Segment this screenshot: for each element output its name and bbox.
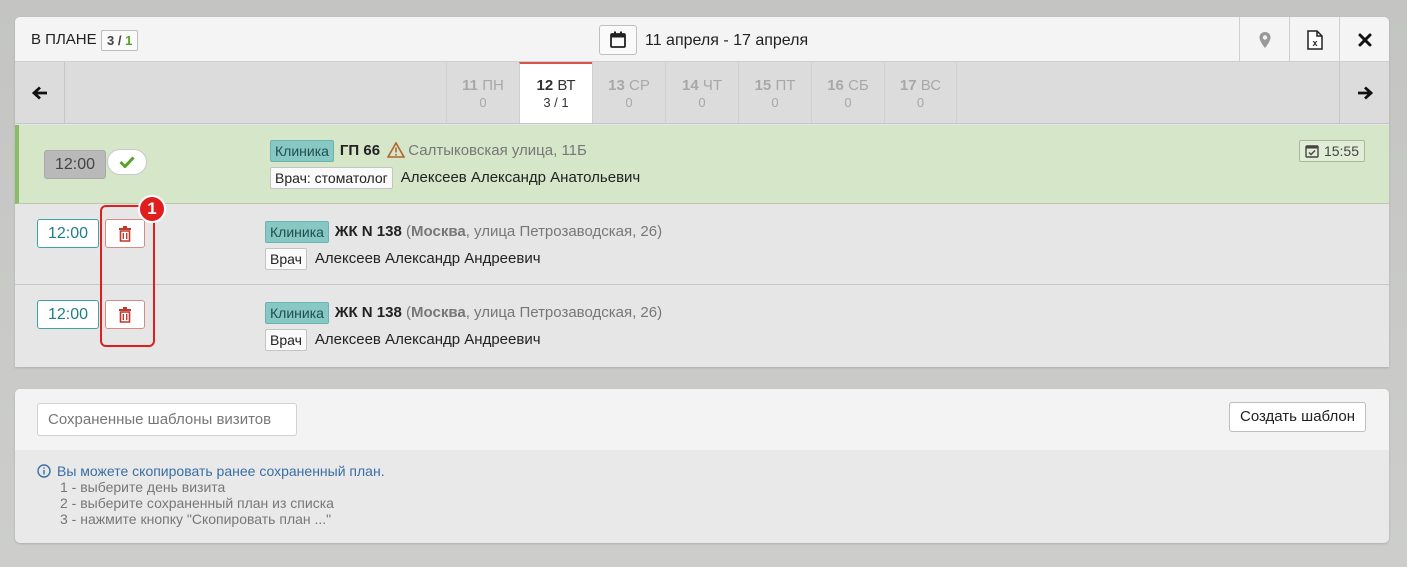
doctor-name[interactable]: Алексеев Александр Андреевич [315, 250, 541, 267]
templates-panel: Сохраненные шаблоны визитов Создать шабл… [15, 389, 1389, 543]
fact-time-badge: 15:55 [1298, 140, 1365, 162]
next-week-button[interactable] [1339, 62, 1389, 123]
day-num: 13 [608, 77, 625, 94]
visit-time-button[interactable]: 12:00 [37, 300, 99, 329]
clinic-city: Москва [411, 222, 466, 240]
visit-doctor-line: Врач Алексеев Александр Андреевич [265, 248, 541, 270]
day-tab-13[interactable]: 13 СР 0 [592, 62, 665, 123]
clinic-tag: Клиника [270, 140, 334, 162]
day-num: 11 [462, 77, 479, 94]
arrow-right-icon [1357, 85, 1373, 100]
day-count: 0 [844, 95, 852, 110]
info-lead: Вы можете скопировать ранее сохраненный … [57, 463, 385, 479]
clinic-name[interactable]: ЖК N 138 [335, 223, 402, 240]
day-num: 15 [754, 77, 772, 94]
day-count: 0 [479, 95, 487, 110]
day-count: 0 [625, 95, 633, 110]
day-tab-16[interactable]: 16 СБ 0 [811, 62, 884, 123]
day-count: 0 [771, 95, 779, 110]
map-marker-icon [1259, 31, 1270, 48]
day-count: 0 [916, 95, 925, 110]
day-tab-17[interactable]: 17 ВС 0 [884, 62, 957, 123]
fact-time: 15:55 [1323, 143, 1359, 159]
clinic-name[interactable]: ЖК N 138 [335, 304, 402, 321]
plan-count-sep: / [117, 33, 122, 48]
day-dow: ЧТ [702, 77, 723, 94]
day-selector: 11 ПН 0 12 ВТ 3 / 1 13 СР 0 14 ЧТ 0 15 П… [15, 62, 1389, 124]
date-range: 11 апреля - 17 апреля [645, 32, 809, 49]
clinic-city: Москва [411, 303, 466, 321]
arrow-left-icon [31, 85, 47, 100]
visit-confirmed-button[interactable] [107, 149, 147, 175]
visit-row-done: 12:00 Клиника ГП 66 Салтыковская улица, 1… [15, 125, 1389, 204]
day-dow: ВТ [557, 77, 576, 94]
warning-icon [387, 141, 406, 158]
templates-info: Вы можете скопировать ранее сохраненный … [37, 463, 385, 527]
day-tab-11[interactable]: 11 ПН 0 [446, 62, 519, 123]
clinic-name[interactable]: ГП 66 [340, 142, 380, 159]
plan-count-total: 3 [107, 33, 115, 48]
info-step: 3 - нажмите кнопку "Скопировать план ...… [60, 511, 332, 527]
export-excel-button[interactable]: x [1289, 17, 1339, 62]
calendar-check-icon [1305, 145, 1319, 158]
saved-templates-select[interactable]: Сохраненные шаблоны визитов [37, 403, 297, 436]
clinic-tag: Клиника [265, 221, 329, 243]
doctor-specialty-tag: Врач [265, 329, 307, 351]
day-num: 12 [536, 77, 554, 94]
close-icon [1358, 33, 1371, 46]
day-tab-14[interactable]: 14 ЧТ 0 [665, 62, 738, 123]
clinic-street: , улица Петрозаводская, 26) [465, 222, 663, 240]
calendar-icon [610, 31, 626, 48]
annotation-marker: 1 [138, 195, 166, 223]
plan-panel: В ПЛАНЕ 3 / 1 11 апреля - 17 апреля x 11… [15, 17, 1389, 367]
clinic-tag: Клиника [265, 302, 329, 324]
day-dow: СР [629, 77, 650, 94]
day-dow: ПН [482, 77, 504, 94]
templates-header: Сохраненные шаблоны визитов Создать шабл… [15, 389, 1389, 450]
prev-week-button[interactable] [15, 62, 65, 123]
clinic-street: , улица Петрозаводская, 26) [465, 303, 663, 321]
day-count: 3 / 1 [543, 95, 569, 110]
date-picker-button[interactable] [599, 25, 637, 55]
day-dow: СБ [848, 77, 869, 94]
doctor-specialty-tag: Врач: стоматолог [270, 167, 393, 189]
clinic-address: (Москва, улица Петрозаводская, 26) [406, 222, 663, 240]
visit-row: 12:00 Клиника ЖК N 138 (Москва, улица Пет… [15, 286, 1389, 367]
info-step: 1 - выберите день визита [60, 479, 226, 495]
doctor-name[interactable]: Алексеев Александр Анатольевич [401, 169, 640, 186]
info-step: 2 - выберите сохраненный план из списка [60, 495, 334, 511]
day-num: 14 [681, 77, 699, 94]
day-dow: ПТ [775, 77, 796, 94]
visit-row: 12:00 Клиника ЖК N 138 (Москва, улица Пет… [15, 205, 1389, 285]
doctor-name[interactable]: Алексеев Александр Андреевич [315, 331, 541, 348]
info-icon [37, 464, 51, 478]
day-num: 16 [827, 77, 844, 94]
close-button[interactable] [1339, 17, 1389, 62]
visit-place-line: Клиника ЖК N 138 (Москва, улица Петрозаво… [265, 302, 662, 324]
day-tab-15[interactable]: 15 ПТ 0 [738, 62, 811, 123]
annotation-highlight [100, 205, 155, 347]
visit-doctor-line: Врач: стоматолог Алексеев Александр Анато… [270, 167, 640, 189]
day-num: 17 [899, 77, 917, 94]
clinic-address: Салтыковская улица, 11Б [408, 141, 587, 159]
visit-time-button[interactable]: 12:00 [37, 219, 99, 248]
doctor-specialty-tag: Врач [265, 248, 307, 270]
visit-time: 12:00 [44, 150, 106, 179]
plan-count-badge: 3 / 1 [101, 30, 139, 51]
plan-label: В ПЛАНЕ [31, 31, 97, 48]
day-count: 0 [698, 95, 706, 110]
visit-doctor-line: Врач Алексеев Александр Андреевич [265, 329, 541, 351]
day-tab-12[interactable]: 12 ВТ 3 / 1 [519, 62, 592, 123]
plan-count-done: 1 [125, 33, 133, 48]
check-icon [119, 156, 135, 168]
visit-place-line: Клиника ГП 66 Салтыковская улица, 11Б [270, 140, 587, 162]
day-dow: ВС [920, 77, 942, 94]
clinic-address: (Москва, улица Петрозаводская, 26) [406, 303, 663, 321]
create-template-button[interactable]: Создать шаблон [1228, 402, 1366, 432]
excel-icon: x [1306, 29, 1323, 50]
plan-header: В ПЛАНЕ 3 / 1 11 апреля - 17 апреля x [15, 17, 1389, 62]
svg-text:x: x [1312, 38, 1317, 48]
visit-place-line: Клиника ЖК N 138 (Москва, улица Петрозаво… [265, 221, 662, 243]
map-button[interactable] [1239, 17, 1289, 62]
